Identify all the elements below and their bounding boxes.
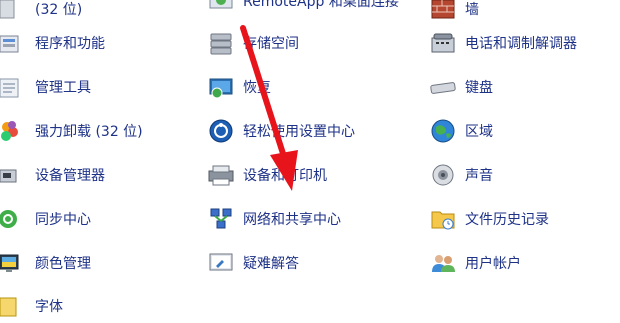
red-arrow-annotation <box>240 25 298 191</box>
